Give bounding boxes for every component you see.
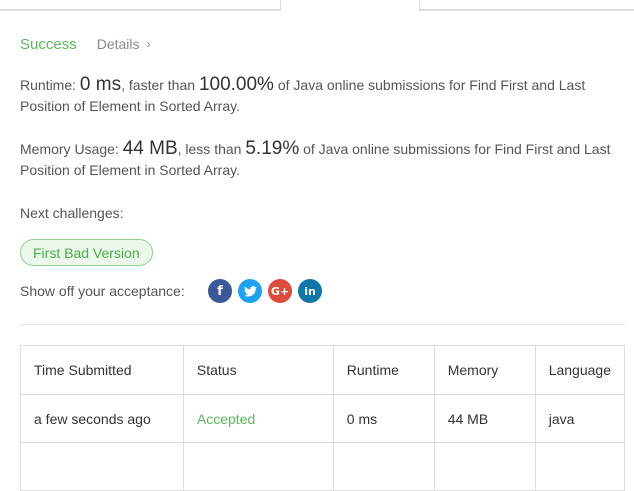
runtime-percent: 100.00% (198, 74, 274, 95)
tab-left[interactable] (0, 0, 281, 10)
cell-language: java (534, 394, 626, 443)
linkedin-icon[interactable]: in (298, 279, 322, 303)
twitter-icon[interactable] (238, 279, 262, 303)
next-challenges-label: Next challenges: (20, 205, 124, 221)
cell-empty (332, 442, 435, 491)
runtime-value: 0 ms (79, 74, 122, 95)
facebook-icon[interactable]: f (208, 279, 232, 303)
result-header: Success Details › (20, 34, 151, 54)
col-time-submitted: Time Submitted (20, 345, 184, 395)
cell-empty (534, 442, 626, 491)
divider (20, 324, 625, 325)
table-row: a few seconds ago Accepted 0 ms 44 MB ja… (20, 394, 626, 443)
runtime-summary: Runtime: 0 ms, faster than 100.00% of Ja… (20, 74, 620, 117)
table-header-row: Time Submitted Status Runtime Memory Lan… (20, 345, 626, 395)
tab-active[interactable] (280, 0, 420, 11)
tab-bar (0, 0, 634, 11)
submissions-table: Time Submitted Status Runtime Memory Lan… (20, 345, 626, 491)
details-label: Details (96, 36, 140, 52)
col-runtime: Runtime (332, 345, 435, 395)
tab-right[interactable] (419, 0, 634, 10)
memory-summary: Memory Usage: 44 MB, less than 5.19% of … (20, 138, 620, 181)
cell-time-submitted: a few seconds ago (20, 394, 184, 443)
table-row (20, 442, 626, 491)
less-than-text: , less than (177, 141, 242, 157)
details-link[interactable]: Details › (97, 36, 151, 52)
memory-label: Memory Usage: (20, 141, 119, 157)
cell-empty (433, 442, 536, 491)
tab-divider (0, 10, 281, 11)
share-label: Show off your acceptance: (20, 283, 185, 299)
share-buttons: f G+ in (208, 279, 328, 303)
faster-than-text: , faster than (121, 77, 196, 93)
memory-value: 44 MB (122, 138, 178, 159)
cell-empty (20, 442, 184, 491)
cell-empty (182, 442, 334, 491)
google-plus-icon[interactable]: G+ (268, 279, 292, 303)
runtime-label: Runtime: (20, 77, 77, 93)
col-status: Status (182, 345, 334, 395)
cell-memory: 44 MB (433, 394, 536, 443)
cell-runtime: 0 ms (332, 394, 435, 443)
cell-status-link[interactable]: Accepted (182, 394, 334, 443)
col-language: Language (534, 345, 626, 395)
status-success: Success (20, 35, 77, 53)
memory-percent: 5.19% (245, 138, 300, 159)
tab-divider (419, 10, 634, 11)
chevron-right-icon: › (146, 37, 151, 51)
next-challenge-button[interactable]: First Bad Version (20, 239, 153, 266)
col-memory: Memory (433, 345, 536, 395)
